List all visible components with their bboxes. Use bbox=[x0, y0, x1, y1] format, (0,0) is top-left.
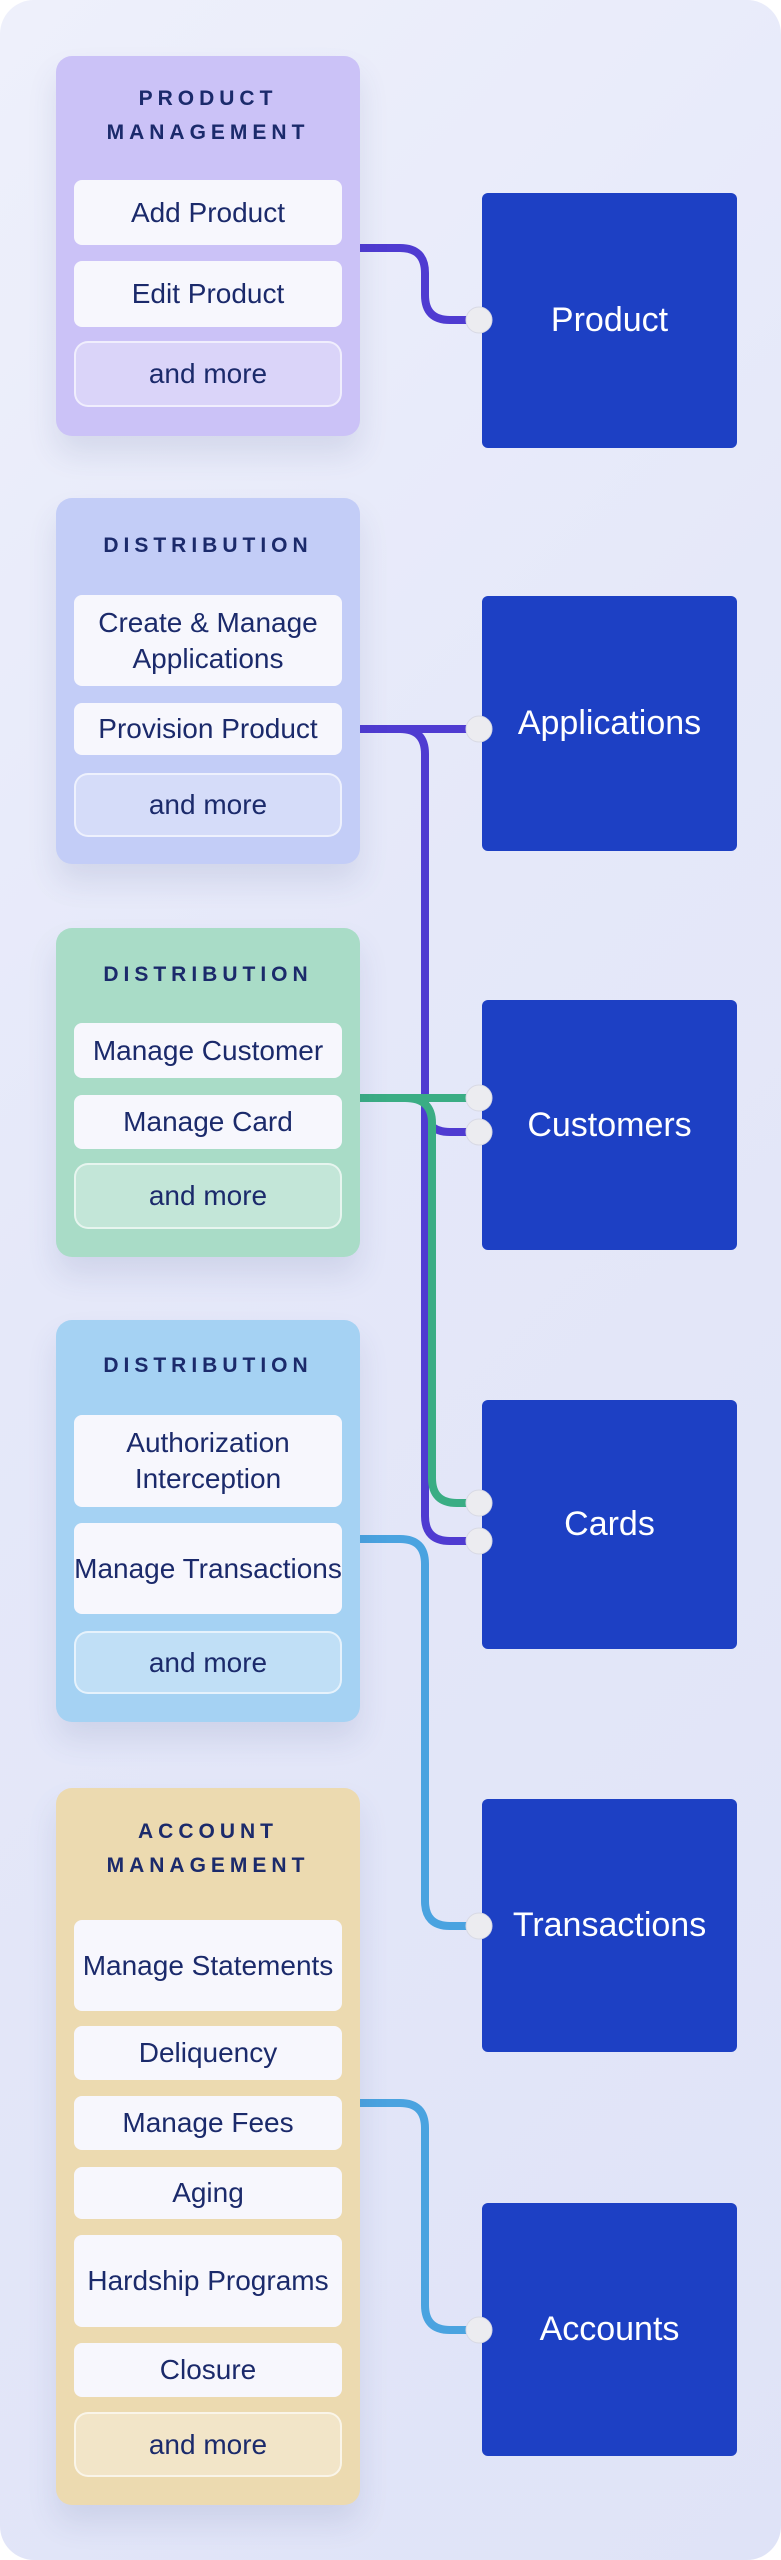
connector-dot bbox=[465, 1912, 493, 1940]
connector-dot bbox=[465, 1118, 493, 1146]
connector-dot bbox=[465, 306, 493, 334]
connector-dot bbox=[465, 1084, 493, 1112]
connector-dot bbox=[465, 715, 493, 743]
connector-dots-layer bbox=[465, 306, 493, 2344]
connector-dot bbox=[465, 2316, 493, 2344]
connector-dot bbox=[465, 1527, 493, 1555]
connector-dot bbox=[465, 1489, 493, 1517]
